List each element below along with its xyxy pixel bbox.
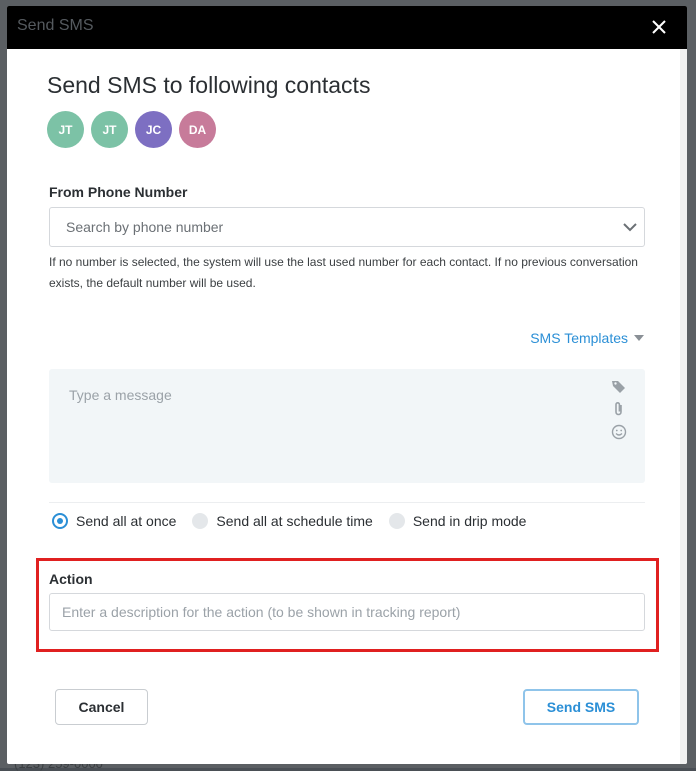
radio-label: Send all at schedule time: [216, 513, 373, 529]
cancel-button[interactable]: Cancel: [55, 689, 148, 725]
close-button[interactable]: [649, 17, 669, 37]
contact-avatars: JT JT JC DA: [47, 111, 216, 148]
from-phone-placeholder: Search by phone number: [66, 219, 224, 235]
message-textarea[interactable]: Type a message: [49, 369, 645, 483]
tag-icon[interactable]: [611, 379, 627, 395]
from-phone-help-text: If no number is selected, the system wil…: [49, 255, 638, 290]
send-sms-button[interactable]: Send SMS: [523, 689, 639, 725]
from-phone-label: From Phone Number: [49, 184, 188, 200]
action-description-input[interactable]: Enter a description for the action (to b…: [49, 593, 645, 631]
chevron-down-icon: [623, 223, 637, 232]
divider: [49, 502, 645, 503]
smiley-icon[interactable]: [611, 424, 627, 440]
action-placeholder: Enter a description for the action (to b…: [62, 604, 461, 620]
radio-label: Send all at once: [76, 513, 177, 529]
dialog-title: Send SMS to following contacts: [47, 72, 371, 98]
radio-button[interactable]: [388, 513, 405, 529]
close-icon: [652, 20, 666, 34]
caret-down-icon: [634, 335, 644, 341]
scrollbar[interactable]: [680, 49, 687, 764]
modal-header: Send SMS: [7, 6, 687, 49]
sms-templates-dropdown[interactable]: SMS Templates: [530, 330, 644, 346]
radio-button-selected[interactable]: [52, 513, 68, 529]
send-mode-radio-group: Send all at once Send all at schedule ti…: [52, 513, 542, 529]
avatar[interactable]: DA: [179, 111, 216, 148]
radio-label: Send in drip mode: [412, 513, 527, 529]
radio-send-at-schedule-time[interactable]: Send all at schedule time: [192, 513, 373, 529]
radio-send-all-at-once[interactable]: Send all at once: [52, 513, 176, 529]
avatar[interactable]: JC: [135, 111, 172, 148]
modal-header-title: Send SMS: [17, 17, 94, 34]
message-placeholder: Type a message: [69, 387, 172, 403]
action-label: Action: [49, 571, 93, 587]
radio-button[interactable]: [192, 513, 209, 529]
avatar[interactable]: JT: [47, 111, 84, 148]
radio-send-in-drip-mode[interactable]: Send in drip mode: [388, 513, 527, 529]
avatar[interactable]: JT: [91, 111, 128, 148]
from-phone-select[interactable]: Search by phone number: [49, 207, 645, 247]
send-sms-modal: Send SMS Send SMS to following contacts …: [7, 6, 687, 764]
paperclip-icon[interactable]: [611, 401, 627, 417]
sms-templates-label: SMS Templates: [530, 330, 628, 346]
